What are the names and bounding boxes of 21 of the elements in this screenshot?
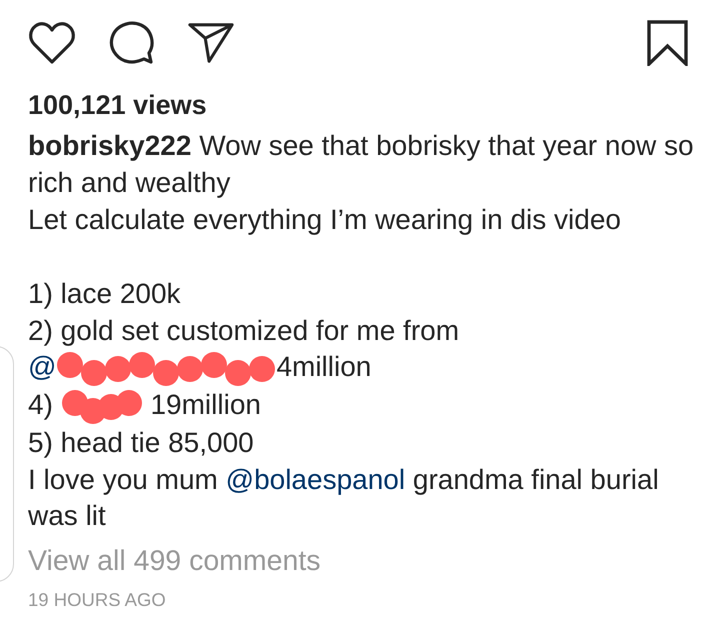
caption-text: 5) head tie 85,000 (28, 426, 255, 460)
view-count: 100,121 views (28, 89, 208, 122)
mention-link[interactable]: @bolaespanol (226, 464, 406, 495)
caption-text: I love you mum @bolaespanol grandma final burial was lit (28, 462, 660, 534)
caption-text: @ 4million (28, 349, 698, 388)
like-button[interactable] (28, 21, 76, 65)
comment-button[interactable] (109, 21, 155, 65)
paper-plane-icon (188, 22, 234, 64)
post-timestamp: 19 HOURS AGO (28, 588, 167, 612)
caption-text: 2) gold set customized for me from (28, 314, 460, 348)
caption-text: 4) 19million (28, 387, 698, 425)
caption-text: bobrisky222 Wow see that bobrisky that year now so rich and wealthy (28, 129, 695, 200)
share-button[interactable] (188, 22, 234, 64)
heart-icon (28, 21, 76, 65)
save-button[interactable] (647, 20, 688, 66)
caption-text: 1) lace 200k (28, 276, 182, 311)
bookmark-icon (647, 20, 688, 66)
caption-text: Let calculate everything I’m wearing in dis video (28, 202, 622, 237)
mention-link[interactable]: @ (28, 351, 56, 382)
speech-bubble-icon (109, 21, 155, 65)
username-link[interactable]: bobrisky222 (28, 130, 192, 161)
